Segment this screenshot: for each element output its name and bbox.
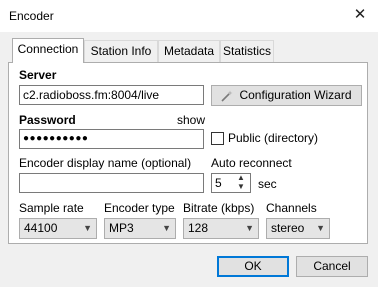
- server-label: Server: [19, 68, 57, 82]
- show-password-link[interactable]: show: [177, 113, 205, 127]
- configuration-wizard-label: Configuration Wizard: [239, 88, 352, 102]
- public-label: Public (directory): [228, 131, 319, 145]
- spin-arrows-icon[interactable]: ▲ ▼: [233, 173, 249, 193]
- auto-reconnect-unit: sec: [258, 177, 277, 191]
- display-name-label: Encoder display name (optional): [19, 156, 192, 170]
- title-bar: [0, 0, 378, 32]
- encoder-type-value: MP3: [109, 221, 134, 235]
- chevron-down-icon: ▼: [83, 223, 92, 233]
- cancel-button[interactable]: Cancel: [296, 256, 368, 277]
- encoder-type-select[interactable]: MP3 ▼: [104, 218, 176, 239]
- channels-label: Channels: [266, 201, 317, 215]
- public-checkbox[interactable]: [211, 132, 224, 145]
- sample-rate-label: Sample rate: [19, 201, 84, 215]
- close-icon[interactable]: ✕: [351, 6, 369, 24]
- bitrate-value: 128: [188, 221, 209, 235]
- tab-statistics[interactable]: Statistics: [220, 40, 274, 62]
- magic-wand-icon: [221, 90, 233, 102]
- chevron-down-icon: ▼: [245, 223, 254, 233]
- server-input[interactable]: c2.radioboss.fm:8004/live: [19, 85, 204, 105]
- channels-value: stereo: [271, 221, 305, 235]
- auto-reconnect-value: 5: [215, 176, 222, 190]
- tab-station-info[interactable]: Station Info: [84, 40, 158, 62]
- auto-reconnect-label: Auto reconnect: [211, 156, 292, 170]
- channels-select[interactable]: stereo ▼: [266, 218, 330, 239]
- sample-rate-select[interactable]: 44100 ▼: [19, 218, 97, 239]
- password-input[interactable]: ●●●●●●●●●●: [19, 129, 204, 149]
- chevron-down-icon: ▼: [316, 223, 325, 233]
- tab-connection[interactable]: Connection: [12, 38, 84, 63]
- password-label: Password: [19, 113, 76, 127]
- display-name-input[interactable]: [19, 173, 204, 193]
- bitrate-select[interactable]: 128 ▼: [183, 218, 259, 239]
- window-title: Encoder: [9, 9, 54, 23]
- bitrate-label: Bitrate (kbps): [183, 201, 255, 215]
- tab-metadata[interactable]: Metadata: [158, 40, 220, 62]
- chevron-down-icon: ▼: [162, 223, 171, 233]
- ok-button[interactable]: OK: [217, 256, 289, 277]
- sample-rate-value: 44100: [24, 221, 58, 235]
- encoder-type-label: Encoder type: [104, 201, 175, 215]
- configuration-wizard-button[interactable]: Configuration Wizard: [211, 85, 362, 106]
